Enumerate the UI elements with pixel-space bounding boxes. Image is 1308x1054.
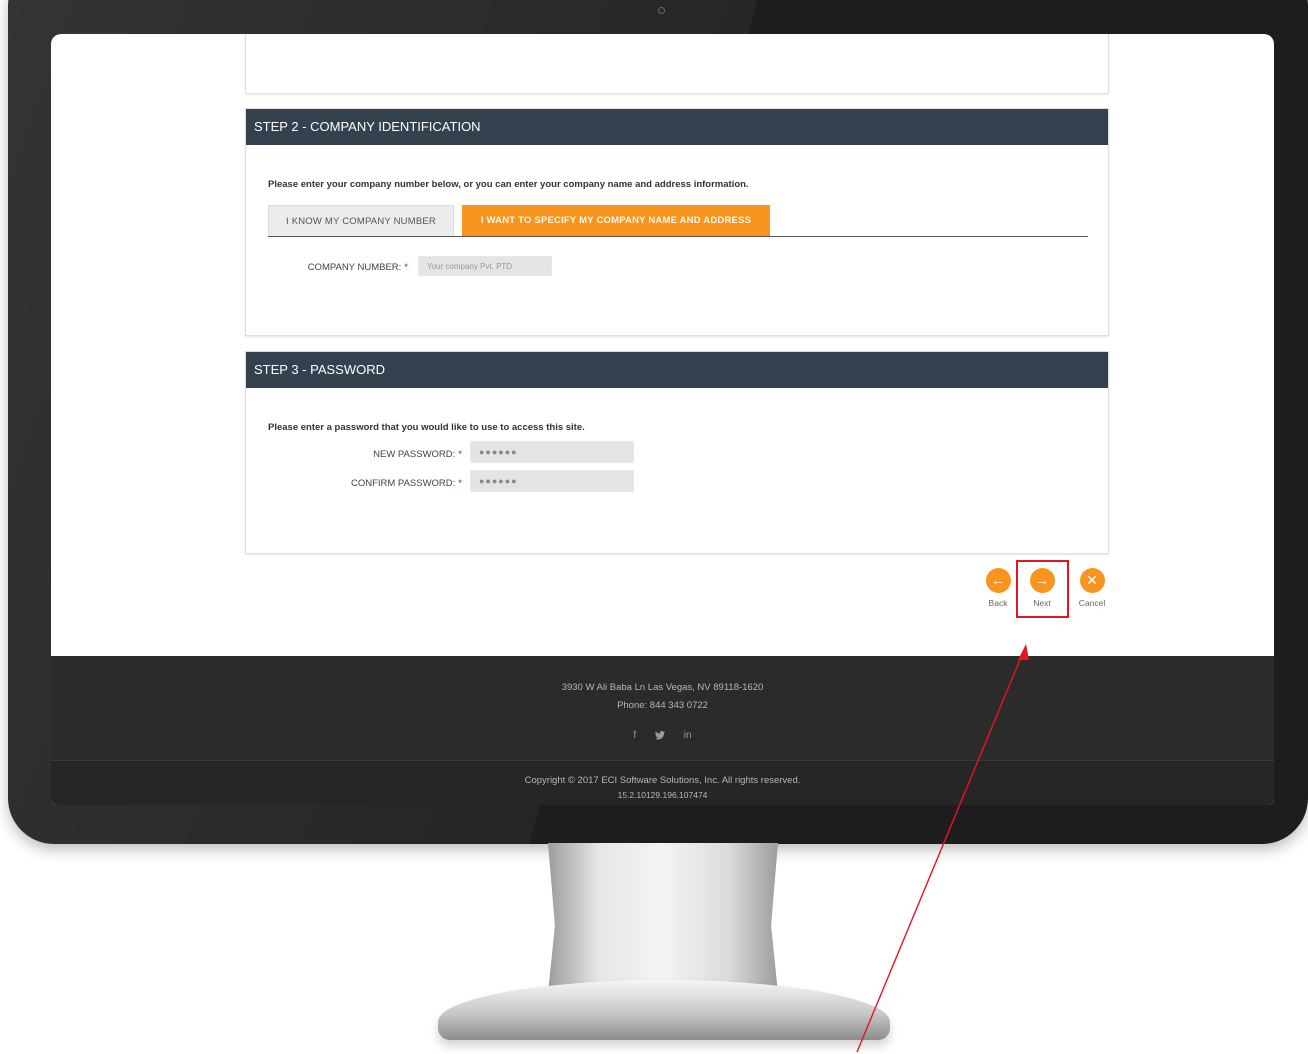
cancel-button[interactable]: ✕ Cancel [1072, 568, 1112, 608]
next-button-highlight [1016, 560, 1069, 618]
footer-phone: Phone: 844 343 0722 [617, 700, 708, 711]
footer: 3930 W Ali Baba Ln Las Vegas, NV 89118-1… [51, 656, 1274, 760]
camera-dot [658, 7, 665, 14]
linkedin-icon[interactable]: in [684, 730, 692, 741]
company-number-input[interactable]: Your company Pvt. PTD [418, 256, 552, 276]
facebook-icon[interactable]: f [633, 730, 636, 741]
back-button[interactable]: ← Back [978, 568, 1018, 608]
step3-instruction: Please enter a password that you would l… [268, 422, 585, 433]
step2-instruction: Please enter your company number below, … [268, 179, 749, 190]
confirm-password-label-text: CONFIRM PASSWORD: [350, 478, 456, 489]
footer-copyright-bar: Copyright © 2017 ECI Software Solutions,… [51, 760, 1274, 805]
confirm-password-label: CONFIRM PASSWORD: * [296, 478, 462, 489]
twitter-icon[interactable] [654, 730, 668, 741]
tab-company-name-address[interactable]: I WANT TO SPECIFY MY COMPANY NAME AND AD… [462, 205, 770, 236]
monitor-base [438, 980, 890, 1040]
social-links: f in [51, 730, 1274, 741]
footer-version: 15.2.10129.196.107474 [617, 790, 708, 800]
previous-step-panel [245, 34, 1109, 94]
required-marker: * [458, 449, 462, 460]
arrow-left-icon: ← [985, 568, 1011, 593]
step3-panel: STEP 3 - PASSWORD Please enter a passwor… [245, 351, 1109, 554]
cancel-label: Cancel [1078, 598, 1106, 608]
screen: STEP 2 - COMPANY IDENTIFICATION Please e… [51, 34, 1274, 805]
required-marker: * [404, 262, 408, 273]
company-tabs: I KNOW MY COMPANY NUMBER I WANT TO SPECI… [268, 205, 1088, 237]
back-label: Back [988, 598, 1008, 608]
step2-panel: STEP 2 - COMPANY IDENTIFICATION Please e… [245, 108, 1109, 336]
required-marker: * [458, 478, 462, 489]
new-password-label-text: NEW PASSWORD: [373, 449, 456, 460]
company-number-label-text: COMPANY NUMBER: [307, 262, 402, 273]
close-icon: ✕ [1079, 568, 1105, 593]
company-number-label: COMPANY NUMBER: * [296, 262, 408, 273]
tab-company-number[interactable]: I KNOW MY COMPANY NUMBER [268, 205, 454, 236]
new-password-input[interactable]: ●●●●●● [470, 441, 634, 463]
monitor-stand [548, 843, 778, 993]
step3-header: STEP 3 - PASSWORD [246, 352, 1108, 388]
step2-header: STEP 2 - COMPANY IDENTIFICATION [246, 109, 1108, 145]
confirm-password-input[interactable]: ●●●●●● [470, 470, 634, 492]
footer-address: 3930 W Ali Baba Ln Las Vegas, NV 89118-1… [561, 682, 764, 693]
footer-copyright: Copyright © 2017 ECI Software Solutions,… [524, 775, 801, 786]
new-password-label: NEW PASSWORD: * [316, 449, 462, 460]
